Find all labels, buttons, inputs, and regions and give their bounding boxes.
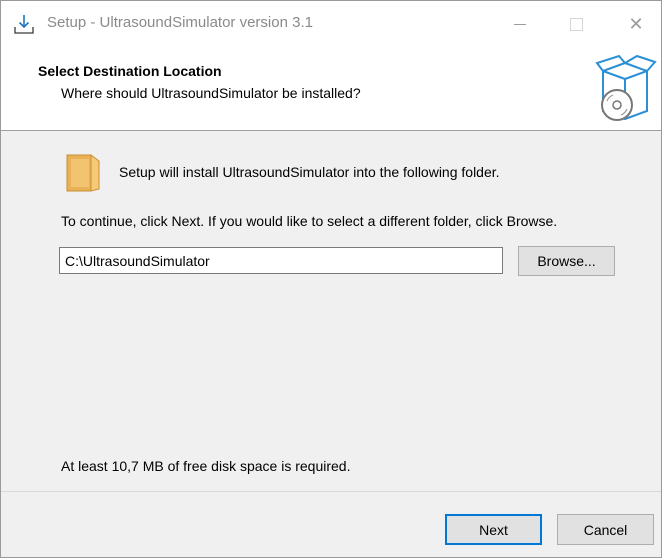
next-button[interactable]: Next xyxy=(445,514,542,545)
wizard-header: Select Destination Location Where should… xyxy=(1,47,661,131)
browse-button[interactable]: Browse... xyxy=(518,246,615,276)
folder-icon xyxy=(66,154,100,192)
close-button[interactable]: ✕ xyxy=(613,1,659,47)
cancel-button[interactable]: Cancel xyxy=(557,514,654,545)
window-title: Setup - UltrasoundSimulator version 3.1 xyxy=(47,14,313,31)
maximize-icon xyxy=(569,17,583,31)
install-info-text: Setup will install UltrasoundSimulator i… xyxy=(119,164,500,180)
page-subtitle: Where should UltrasoundSimulator be inst… xyxy=(61,85,361,101)
footer-divider xyxy=(1,491,661,492)
page-title: Select Destination Location xyxy=(38,63,222,79)
close-icon: ✕ xyxy=(628,13,644,34)
setup-install-icon xyxy=(14,15,34,34)
disk-space-text: At least 10,7 MB of free disk space is r… xyxy=(61,458,351,474)
minimize-button[interactable] xyxy=(497,1,543,47)
destination-path-input[interactable] xyxy=(59,247,503,274)
setup-window: Setup - UltrasoundSimulator version 3.1 … xyxy=(0,0,662,558)
maximize-button[interactable] xyxy=(553,1,599,47)
minimize-icon xyxy=(514,23,526,25)
instruction-text: To continue, click Next. If you would li… xyxy=(61,213,558,229)
wizard-box-disc-icon xyxy=(595,54,657,121)
title-bar[interactable]: Setup - UltrasoundSimulator version 3.1 … xyxy=(1,1,661,47)
